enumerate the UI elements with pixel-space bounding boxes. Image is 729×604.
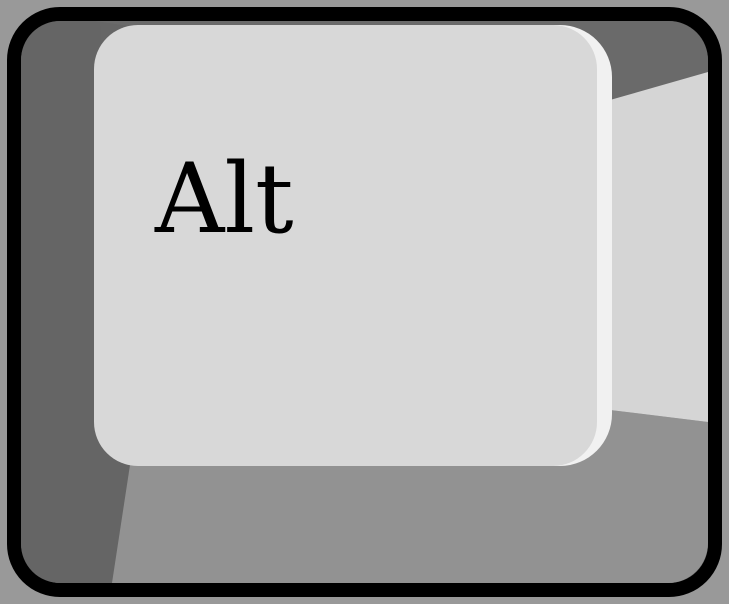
key-well-right-face: [610, 72, 708, 422]
keyboard-key-icon: Alt: [0, 0, 729, 604]
keyboard-key-illustration: Alt: [0, 0, 729, 604]
key-label: Alt: [154, 143, 294, 255]
